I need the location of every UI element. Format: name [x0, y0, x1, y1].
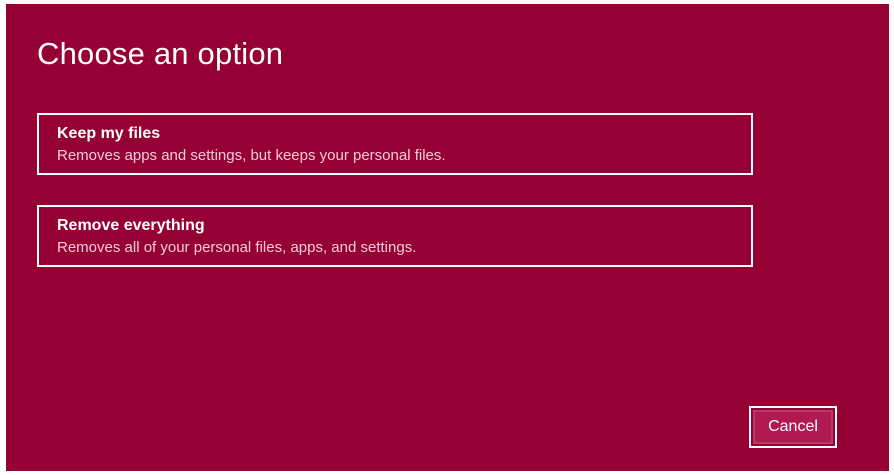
dialog-title: Choose an option [37, 36, 284, 71]
option-title: Keep my files [57, 125, 161, 142]
keep-my-files-option[interactable]: Keep my files Removes apps and settings,… [37, 113, 753, 175]
option-description: Removes apps and settings, but keeps you… [57, 147, 446, 164]
cancel-button[interactable]: Cancel [749, 406, 837, 448]
reset-options-dialog: Choose an option Keep my files Removes a… [6, 4, 889, 471]
option-title: Remove everything [57, 217, 205, 234]
option-description: Removes all of your personal files, apps… [57, 239, 417, 256]
remove-everything-option[interactable]: Remove everything Removes all of your pe… [37, 205, 753, 267]
